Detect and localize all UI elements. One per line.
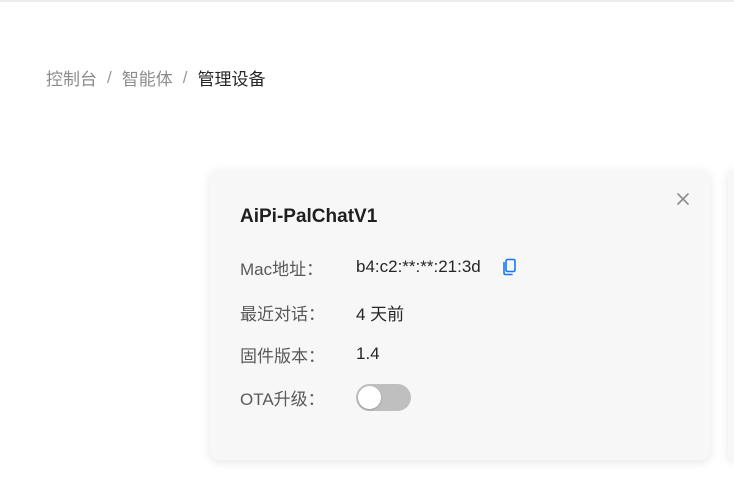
firmware-row: 固件版本： 1.4 [240,343,380,366]
breadcrumb-agent[interactable]: 智能体 [122,65,173,90]
firmware-value: 1.4 [356,344,380,363]
device-name: AiPi-PalChatV1 [240,206,378,227]
breadcrumb-console[interactable]: 控制台 [46,65,97,90]
top-divider [0,0,734,2]
close-icon[interactable] [672,188,694,210]
toggle-knob [358,385,381,409]
last-chat-label: 最近对话： [240,304,325,324]
ota-row: OTA升级： [240,383,411,411]
mac-row: Mac地址： b4:c2:**:**:21:3d [240,256,517,279]
breadcrumb-separator: / [182,67,188,87]
ota-label: OTA升级： [240,389,325,409]
copy-icon[interactable] [501,258,517,276]
ota-toggle[interactable] [356,383,411,411]
page: 控制台 / 智能体 / 管理设备 AiPi-PalChatV1 Mac地址： b… [0,0,734,498]
next-card-edge [728,170,734,460]
breadcrumb: 控制台 / 智能体 / 管理设备 [46,65,265,90]
device-card: AiPi-PalChatV1 Mac地址： b4:c2:**:**:21:3d … [210,170,710,460]
breadcrumb-manage-devices: 管理设备 [197,70,266,89]
breadcrumb-separator: / [107,67,112,87]
mac-label: Mac地址： [240,259,324,279]
last-chat-value: 4 天前 [356,304,405,324]
mac-value: b4:c2:**:**:21:3d [356,257,481,276]
last-chat-row: 最近对话： 4 天前 [240,301,405,324]
firmware-label: 固件版本： [240,346,325,366]
